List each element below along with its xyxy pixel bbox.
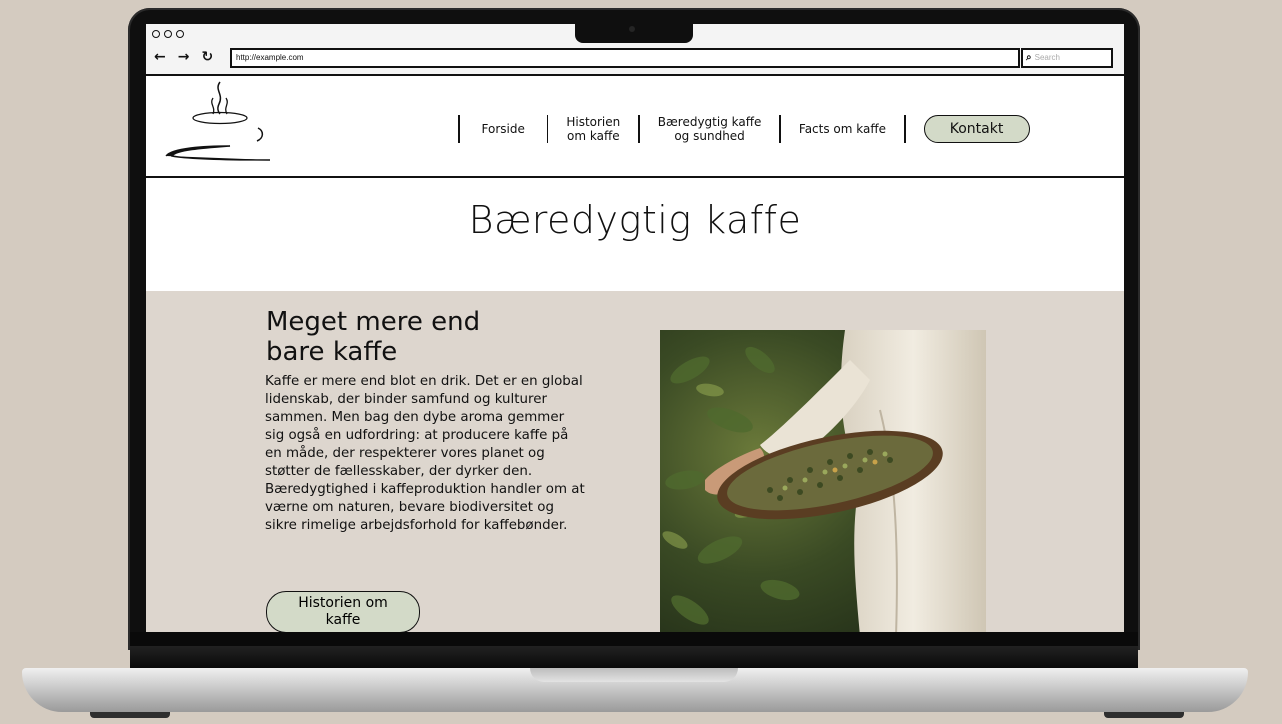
nav-item-label: om kaffe [567,129,620,143]
window-controls [152,30,184,38]
close-window-dot[interactable] [152,30,160,38]
nav-item-baeredygtig[interactable]: Bæredygtig kaffe og sundhed [640,115,780,144]
laptop-foot-right [1104,712,1184,718]
nav-item-label: Historien [566,114,621,129]
section-body: Kaffe er mere end blot en drik. Det er e… [265,374,585,533]
reload-icon[interactable]: ↻ [201,49,213,65]
browser-nav: ← → ↻ [154,49,213,65]
back-arrow-icon[interactable]: ← [154,49,166,65]
minimize-window-dot[interactable] [164,30,172,38]
section-heading-line: Meget mere end [266,307,481,337]
nav-item-label: Facts om kaffe [798,121,887,136]
nav-item-forside[interactable]: Forside [460,122,547,136]
nav-item-label: Bæredygtig kaffe [657,114,762,129]
title-band: Bæredygtig kaffe [146,178,1124,291]
main-nav: Forside Historien om kaffe Bæredygtig ka… [458,114,1030,144]
nav-item-facts[interactable]: Facts om kaffe [781,122,904,136]
maximize-window-dot[interactable] [176,30,184,38]
laptop-foot-left [90,712,170,718]
page-title: Bæredygtig kaffe [468,198,802,242]
coffee-harvest-photo [660,330,986,632]
laptop-hinge [130,646,1138,668]
laptop-bezel-bottom [130,632,1138,646]
nav-item-historien[interactable]: Historien om kaffe [548,115,638,144]
browser-search-input[interactable]: ⌕ Search [1021,48,1113,68]
nav-item-label: Forside [481,121,525,136]
section-heading: Meget mere end bare kaffe [266,307,566,367]
nav-divider [904,115,906,143]
site-header: Forside Historien om kaffe Bæredygtig ka… [146,76,1124,178]
section-heading-line: bare kaffe [266,337,398,367]
history-button-label: Historien om [298,595,388,611]
contact-button[interactable]: Kontakt [923,115,1030,143]
search-placeholder: Search [1034,53,1060,62]
coffee-cup-logo-icon[interactable] [164,78,274,168]
history-button-label: kaffe [325,612,361,628]
content-section: Meget mere end bare kaffe Kaffe er mere … [146,291,1124,632]
camera-icon [629,26,635,32]
history-button[interactable]: Historien om kaffe [266,591,420,632]
nav-item-label: og sundhed [674,129,745,143]
forward-arrow-icon[interactable]: → [178,49,190,65]
laptop-base-notch [530,668,738,682]
camera-notch [575,24,693,43]
search-icon: ⌕ [1026,52,1032,63]
url-bar[interactable]: http://example.com [230,48,1020,68]
screen: ← → ↻ http://example.com ⌕ Search Forside… [146,24,1124,632]
